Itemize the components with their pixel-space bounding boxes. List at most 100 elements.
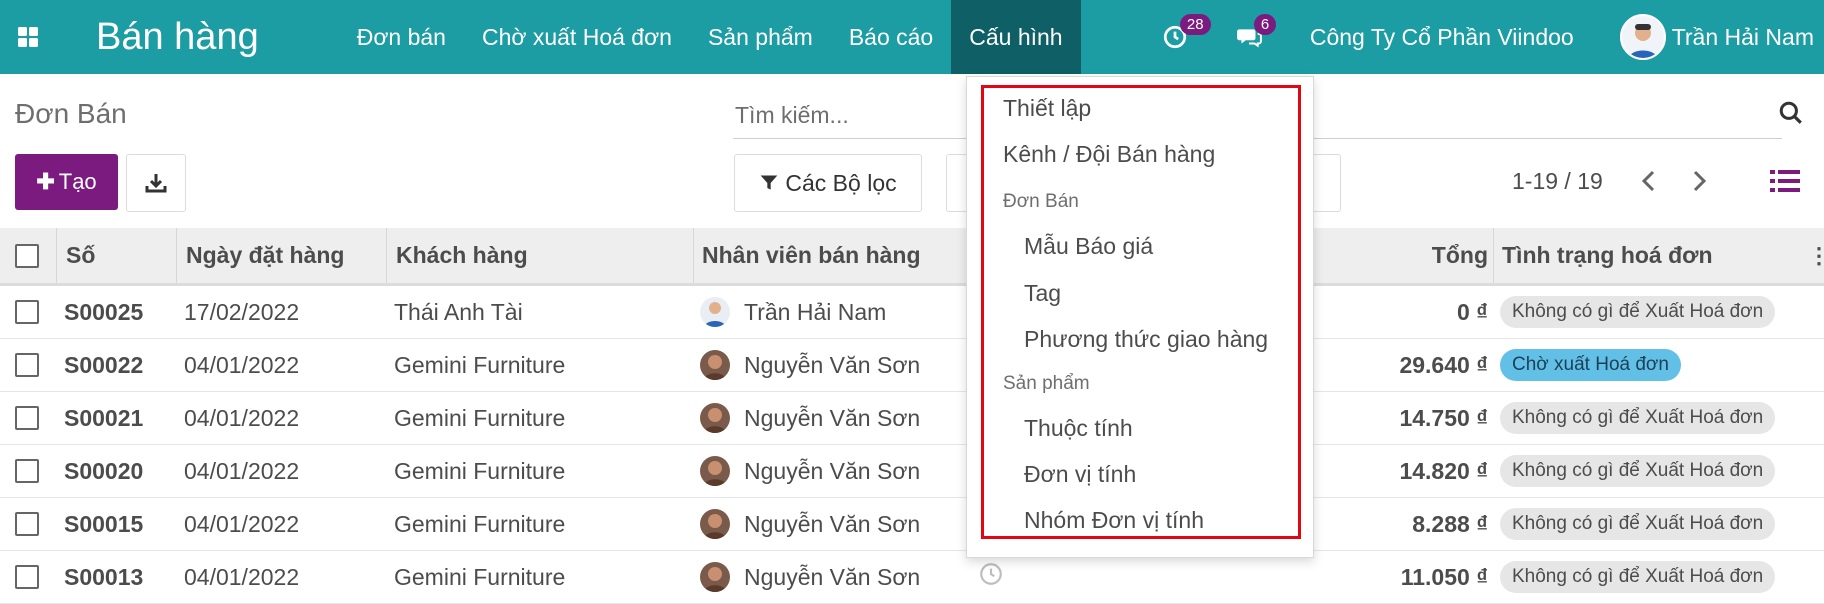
optional-columns-icon[interactable]: ⋮ [1808, 243, 1824, 269]
message-count-badge: 6 [1253, 14, 1277, 35]
salesperson-name: Trần Hải Nam [744, 298, 887, 325]
menu-item-tags[interactable]: Tag [1024, 280, 1061, 307]
column-divider [386, 228, 387, 283]
row-checkbox[interactable] [15, 512, 39, 536]
menu-don-ban[interactable]: Đơn bán [339, 0, 464, 74]
column-divider [693, 228, 694, 283]
column-salesperson[interactable]: Nhân viên bán hàng [702, 242, 921, 269]
customer-name: Gemini Furniture [394, 351, 566, 378]
table-header: Số Ngày đặt hàng Khách hàng Nhân viên bá… [0, 228, 1824, 286]
search-icon[interactable] [1778, 100, 1804, 131]
order-number: S00015 [64, 510, 144, 537]
invoice-status-badge: Không có gì để Xuất Hoá đơn [1500, 561, 1776, 593]
table-row[interactable]: S00025 17/02/2022 Thái Anh Tài Trần Hải … [0, 286, 1824, 339]
column-order-date[interactable]: Ngày đặt hàng [186, 242, 344, 269]
menu-item-settings[interactable]: Thiết lập [1003, 95, 1091, 122]
chevron-left-icon[interactable] [1640, 170, 1658, 197]
table-row[interactable]: S00013 04/01/2022 Gemini Furniture Nguyễ… [0, 551, 1824, 604]
row-checkbox[interactable] [15, 459, 39, 483]
activity-button[interactable]: 28 [1162, 14, 1211, 50]
menu-item-units-of-measure[interactable]: Đơn vị tính [1024, 461, 1136, 488]
customer-name: Thái Anh Tài [394, 298, 523, 325]
order-total: 11.050 ₫ [1400, 563, 1488, 590]
column-divider [56, 228, 57, 283]
invoice-status-badge: Không có gì để Xuất Hoá đơn [1500, 455, 1776, 487]
app-title[interactable]: Bán hàng [96, 16, 259, 59]
user-menu[interactable]: Trần Hải Nam [1672, 24, 1814, 51]
download-button[interactable] [126, 154, 186, 212]
activity-clock-icon[interactable] [978, 561, 1004, 593]
salesperson-avatar [700, 403, 730, 433]
table-row[interactable]: S00022 04/01/2022 Gemini Furniture Nguyễ… [0, 339, 1824, 392]
order-date: 04/01/2022 [184, 563, 300, 590]
list-view-icon[interactable] [1770, 168, 1800, 199]
order-total: 14.750 ₫ [1399, 404, 1488, 431]
customer-name: Gemini Furniture [394, 563, 566, 590]
salesperson-avatar [700, 509, 730, 539]
customer-name: Gemini Furniture [394, 404, 566, 431]
table-row[interactable]: S00020 04/01/2022 Gemini Furniture Nguyễ… [0, 445, 1824, 498]
menu-item-uom-categories[interactable]: Nhóm Đơn vị tính [1024, 507, 1204, 534]
control-panel: Đơn Bán ✚ Tạo Các Bộ lọc 1-19 / 19 [0, 74, 1824, 229]
customer-name: Gemini Furniture [394, 457, 566, 484]
row-checkbox[interactable] [15, 300, 39, 324]
table-row[interactable]: S00015 04/01/2022 Gemini Furniture Nguyễ… [0, 498, 1824, 551]
breadcrumb: Đơn Bán [15, 98, 127, 129]
download-icon [145, 174, 167, 193]
row-checkbox[interactable] [15, 565, 39, 589]
pager-value[interactable]: 1-19 / 19 [1512, 168, 1603, 195]
order-total: 14.820 ₫ [1399, 457, 1488, 484]
salesperson: Nguyễn Văn Sơn [700, 403, 920, 433]
column-divider [176, 228, 177, 283]
order-number: S00013 [64, 563, 144, 590]
salesperson-name: Nguyễn Văn Sơn [744, 563, 921, 590]
salesperson-name: Nguyễn Văn Sơn [744, 457, 921, 484]
invoice-status-badge: Không có gì để Xuất Hoá đơn [1500, 296, 1776, 328]
salesperson-avatar [700, 562, 730, 592]
order-number: S00025 [64, 298, 144, 325]
company-switcher[interactable]: Công Ty Cổ Phần Viindoo [1310, 24, 1574, 51]
invoice-status-badge: Không có gì để Xuất Hoá đơn [1500, 402, 1776, 434]
order-date: 17/02/2022 [184, 298, 300, 325]
column-invoice-status[interactable]: Tình trạng hoá đơn [1502, 242, 1713, 269]
column-customer[interactable]: Khách hàng [396, 242, 528, 269]
menu-section-header-orders: Đơn Bán [1003, 191, 1079, 212]
plus-icon: ✚ [36, 169, 55, 194]
activity-count-badge: 28 [1179, 14, 1211, 35]
order-total: 8.288 ₫ [1412, 510, 1488, 537]
menu-cau-hinh[interactable]: Cấu hình [951, 0, 1081, 74]
salesperson: Trần Hải Nam [700, 297, 886, 327]
menu-section-header-products: Sản phẩm [1003, 373, 1090, 394]
menu-cho-xuat-hoa-don[interactable]: Chờ xuất Hoá đơn [464, 0, 690, 74]
menu-san-pham[interactable]: Sản phẩm [690, 0, 831, 74]
menu-item-delivery-methods[interactable]: Phương thức giao hàng [1024, 326, 1268, 353]
salesperson: Nguyễn Văn Sơn [700, 562, 920, 592]
messages-button[interactable]: 6 [1236, 14, 1277, 50]
invoice-status-badge: Chờ xuất Hoá đơn [1500, 349, 1681, 381]
menu-item-quotation-templates[interactable]: Mẫu Báo giá [1024, 233, 1153, 260]
menu-item-attributes[interactable]: Thuộc tính [1024, 415, 1133, 442]
order-date: 04/01/2022 [184, 404, 300, 431]
column-number[interactable]: Số [66, 242, 95, 269]
navbar-right: 28 6 Công Ty Cổ Phần Viindoo Trần Hải Na… [1162, 0, 1824, 74]
user-avatar[interactable] [1619, 14, 1666, 60]
salesperson-avatar [700, 297, 730, 327]
select-all-checkbox[interactable] [15, 243, 39, 268]
menu-bao-cao[interactable]: Báo cáo [831, 0, 951, 74]
table-row[interactable]: S00021 04/01/2022 Gemini Furniture Nguyễ… [0, 392, 1824, 445]
configuration-dropdown: Thiết lập Kênh / Đội Bán hàng Đơn Bán Mẫ… [966, 76, 1314, 558]
row-checkbox[interactable] [15, 353, 39, 377]
salesperson: Nguyễn Văn Sơn [700, 509, 920, 539]
column-total[interactable]: Tổng [1432, 242, 1488, 269]
row-checkbox[interactable] [15, 406, 39, 430]
filters-label: Các Bộ lọc [785, 169, 897, 196]
salesperson: Nguyễn Văn Sơn [700, 350, 920, 380]
chevron-right-icon[interactable] [1690, 170, 1708, 197]
apps-grid-icon[interactable] [0, 0, 56, 74]
filters-button[interactable]: Các Bộ lọc [734, 154, 922, 212]
salesperson-avatar [700, 350, 730, 380]
main-menu: Đơn bán Chờ xuất Hoá đơn Sản phẩm Báo cá… [339, 0, 1081, 74]
order-date: 04/01/2022 [184, 351, 300, 378]
create-button[interactable]: ✚ Tạo [15, 154, 118, 210]
menu-item-sales-teams[interactable]: Kênh / Đội Bán hàng [1003, 141, 1215, 168]
